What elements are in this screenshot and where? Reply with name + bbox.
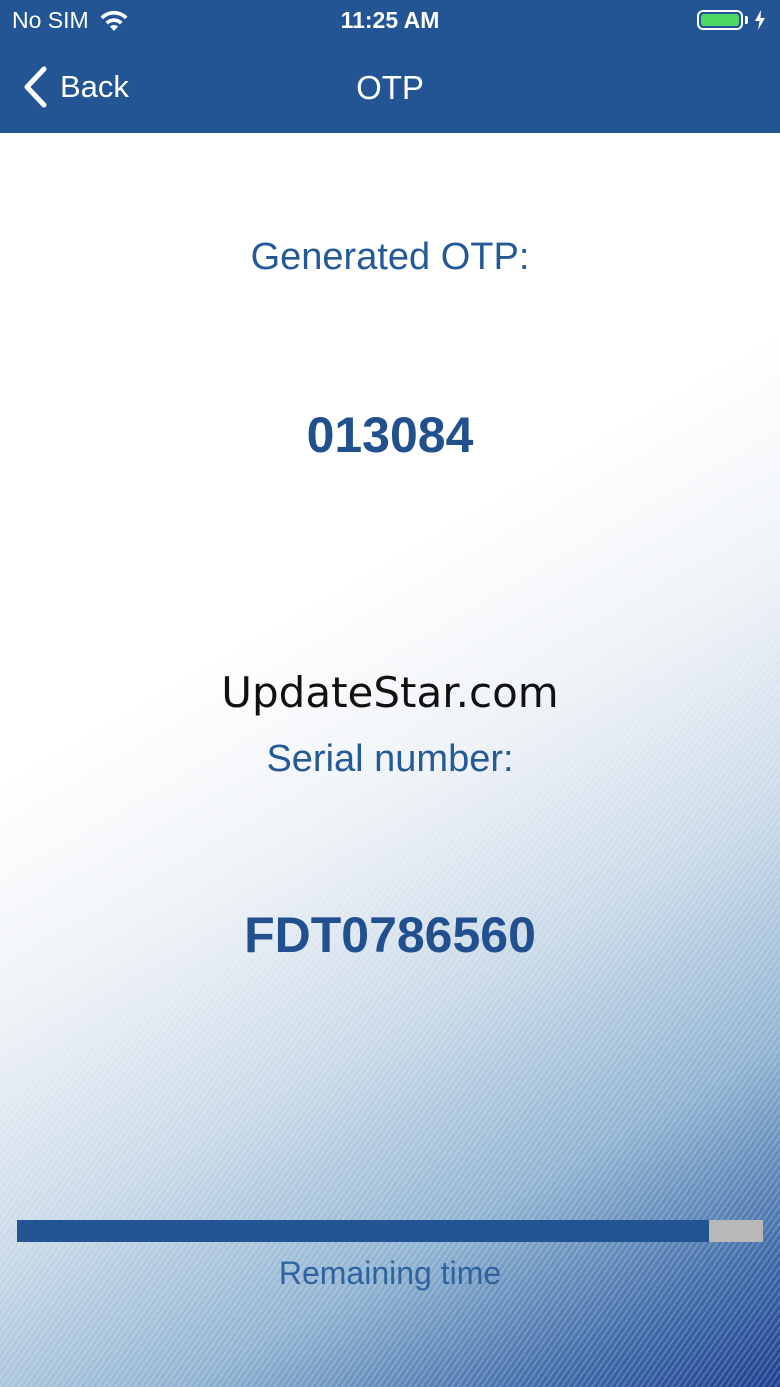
battery-tip bbox=[745, 16, 748, 24]
status-time: 11:25 AM bbox=[340, 7, 440, 33]
remaining-time-progress-bar bbox=[17, 1220, 763, 1242]
serial-number-value: FDT0786560 bbox=[244, 907, 536, 963]
battery-icon bbox=[697, 10, 743, 30]
battery-indicator bbox=[697, 10, 766, 30]
navigation-bar: Back OTP bbox=[0, 44, 780, 133]
generated-otp-label: Generated OTP: bbox=[250, 236, 530, 278]
otp-screen: No SIM 11:25 AM Back OTP Generated OTP: … bbox=[0, 0, 780, 1387]
remaining-time-label: Remaining time bbox=[278, 1255, 502, 1291]
otp-value: 013084 bbox=[306, 407, 474, 463]
remaining-time-fill bbox=[17, 1220, 709, 1242]
charging-bolt-icon bbox=[755, 10, 765, 30]
watermark-text: UpdateStar.com bbox=[221, 668, 559, 717]
status-bar: No SIM 11:25 AM bbox=[0, 0, 780, 44]
battery-level-fill bbox=[701, 14, 739, 26]
serial-number-label: Serial number: bbox=[266, 738, 514, 780]
page-title: OTP bbox=[356, 69, 424, 106]
